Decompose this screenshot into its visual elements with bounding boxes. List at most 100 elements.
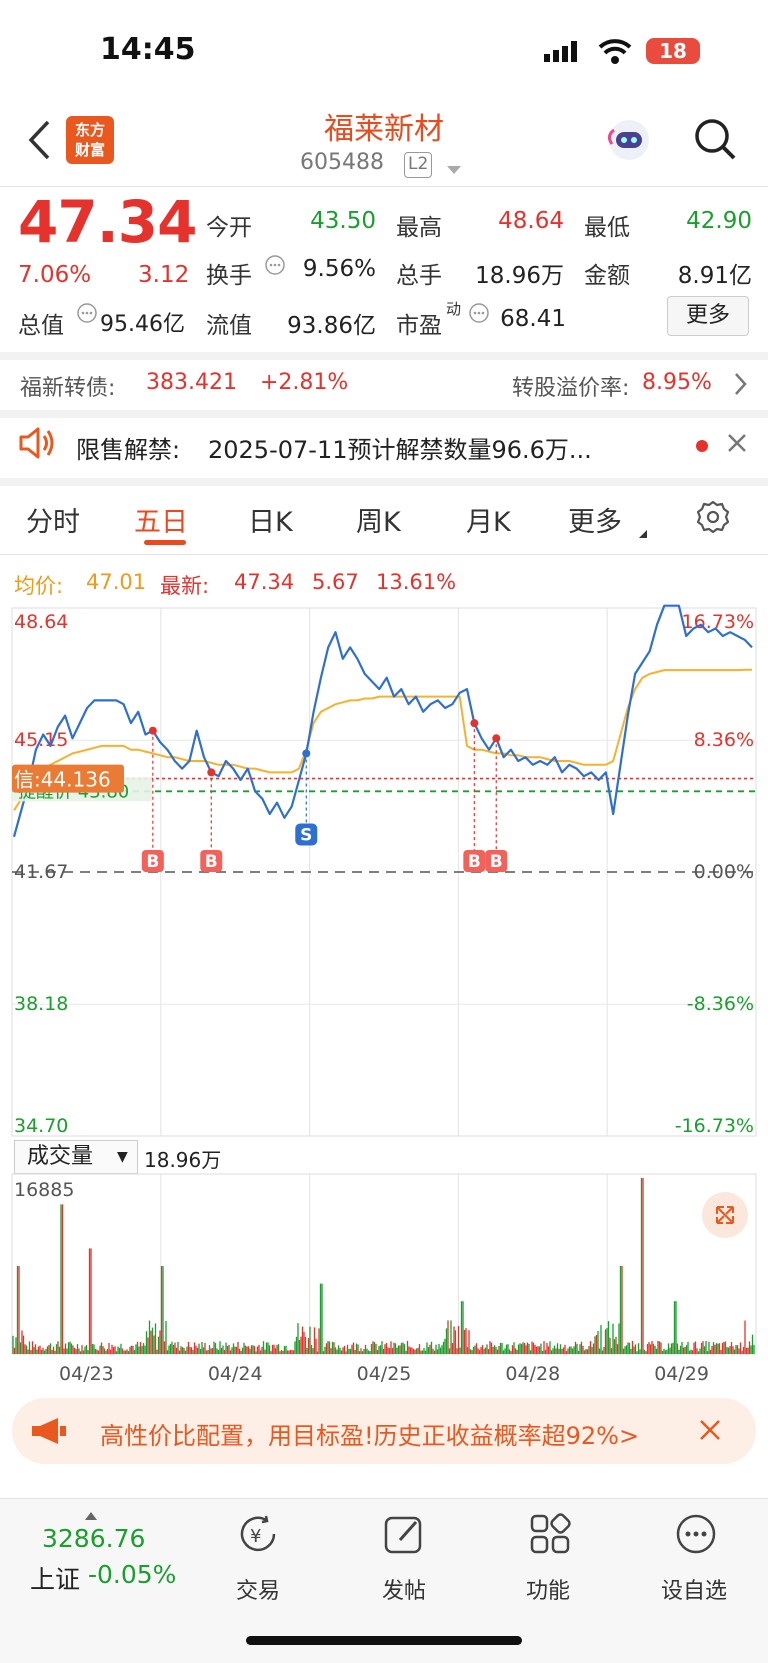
metric-value-amount: 8.91亿 <box>677 263 752 289</box>
buy-marker-label: B <box>146 852 159 872</box>
tab-weekly-k[interactable]: 周K <box>356 500 401 539</box>
buy-marker-dot <box>148 726 157 735</box>
info-icon[interactable] <box>76 302 98 328</box>
sell-marker-label: S <box>300 825 312 845</box>
x-axis-date-label: 04/25 <box>357 1363 412 1385</box>
metric-value-volume: 18.96万 <box>475 263 564 289</box>
battery-icon: 18 <box>646 38 700 64</box>
convertible-label: 福新转债: <box>20 376 116 401</box>
stock-code: 605488 <box>300 150 384 175</box>
index-value[interactable]: 3286.76 <box>42 1524 145 1553</box>
metric-value-high: 48.64 <box>498 208 564 234</box>
latest-value: 47.34 <box>234 570 295 594</box>
metric-value-pe: 68.41 <box>500 306 566 332</box>
index-name[interactable]: 上证 <box>30 1560 80 1596</box>
x-axis-date-label: 04/23 <box>59 1363 114 1385</box>
metric-label-market-cap: 总值 <box>18 313 64 339</box>
metric-label-low: 最低 <box>584 215 630 241</box>
tab-daily-k[interactable]: 日K <box>248 500 293 539</box>
signal-icon <box>544 40 584 66</box>
sell-marker-dot <box>302 749 311 758</box>
latest-label: 最新: <box>160 574 210 598</box>
close-icon[interactable] <box>726 432 748 458</box>
price-chart[interactable]: 48.6445.1541.6738.1834.7016.73%8.36%0.00… <box>0 600 768 1140</box>
volume-indicator-select[interactable]: 成交量 ▼ <box>14 1140 138 1174</box>
convertible-change: +2.81% <box>260 370 349 395</box>
promo-banner[interactable]: 高性价比配置，用目标盈!历史正收益概率超92%> <box>12 1398 756 1464</box>
nav-functions[interactable]: 功能 <box>498 1573 598 1605</box>
avg-price-label: 均价: <box>14 574 64 598</box>
volume-chart[interactable]: 16885 04/23 04/24 04/25 04/28 04/29 <box>0 1172 768 1388</box>
metric-label-open: 今开 <box>206 215 252 241</box>
caret-down-icon: ▼ <box>117 1149 128 1165</box>
section-separator <box>0 352 768 360</box>
convertible-bond-row[interactable]: 福新转债: 383.421 +2.81% 转股溢价率: 8.95% <box>0 360 768 410</box>
search-icon[interactable] <box>692 116 738 166</box>
buy-marker-label: B <box>490 852 503 872</box>
tab-five-day[interactable]: 五日 <box>134 500 188 539</box>
section-separator <box>0 478 768 486</box>
buy-marker-dot <box>492 734 501 743</box>
metric-label-turnover: 换手 <box>206 263 252 289</box>
more-metrics-button[interactable]: 更多 <box>667 296 749 336</box>
x-axis-date-label: 04/29 <box>654 1363 709 1385</box>
buy-marker-dot <box>470 719 479 728</box>
buy-marker-label: B <box>205 852 218 872</box>
active-tab-indicator <box>144 540 186 545</box>
pe-dynamic-superscript: 动 <box>446 300 462 318</box>
x-axis-date-label: 04/24 <box>208 1363 263 1385</box>
metric-value-market-cap: 95.46亿 <box>100 312 185 337</box>
close-icon[interactable] <box>696 1416 724 1448</box>
y-right-tick-label: -16.73% <box>675 1115 754 1137</box>
metric-value-open: 43.50 <box>310 208 376 234</box>
change-percent: 7.06% <box>18 262 92 288</box>
unread-dot-icon <box>696 440 708 452</box>
volume-total: 18.96万 <box>144 1148 222 1172</box>
promo-text: 高性价比配置，用目标盈!历史正收益概率超92%> <box>100 1422 640 1450</box>
notice-text[interactable]: 2025-07-11预计解禁数量96.6万... <box>208 430 638 465</box>
index-change[interactable]: -0.05% <box>88 1560 176 1589</box>
buy-marker-label: B <box>468 852 481 872</box>
wifi-icon <box>598 38 632 68</box>
status-time: 14:45 <box>100 32 196 67</box>
tab-more[interactable]: 更多 <box>568 500 622 539</box>
settings-gear-icon[interactable] <box>696 500 730 538</box>
level2-badge: L2 <box>404 152 433 178</box>
speaker-icon <box>18 426 56 464</box>
home-indicator <box>246 1636 522 1645</box>
metric-label-amount: 金额 <box>584 263 630 289</box>
chevron-right-icon <box>734 372 748 400</box>
caret-up-icon <box>84 1506 98 1525</box>
more-icon[interactable] <box>674 1512 718 1560</box>
volume-indicator-label: 成交量 <box>27 1144 94 1169</box>
metric-label-float-cap: 流值 <box>206 313 252 339</box>
expand-icon[interactable] <box>702 1192 748 1238</box>
section-separator <box>0 410 768 418</box>
metric-label-pe: 市盈 <box>396 313 442 339</box>
yuan-icon[interactable]: ¥ <box>236 1512 280 1560</box>
y-right-tick-label: 0.00% <box>694 861 754 883</box>
volume-max-label: 16885 <box>14 1179 74 1201</box>
notice-title: 限售解禁: <box>76 436 181 464</box>
nav-trade[interactable]: 交易 <box>208 1573 308 1605</box>
y-right-tick-label: 8.36% <box>694 729 754 751</box>
y-left-tick-label: 48.64 <box>14 611 68 633</box>
latest-change-pct: 13.61% <box>376 570 457 594</box>
info-icon[interactable] <box>264 254 286 280</box>
nav-post[interactable]: 发帖 <box>354 1573 454 1605</box>
nav-add-watchlist[interactable]: 设自选 <box>644 1573 744 1605</box>
robot-assistant-icon[interactable] <box>604 116 654 170</box>
chevron-down-icon[interactable] <box>446 160 462 179</box>
edit-icon[interactable] <box>382 1512 426 1560</box>
credit-price-label: 信:44.136 <box>14 768 111 792</box>
y-left-tick-label: 34.70 <box>14 1115 68 1137</box>
metric-value-low: 42.90 <box>686 208 752 234</box>
grid-icon[interactable] <box>528 1512 572 1560</box>
tab-intraday[interactable]: 分时 <box>26 500 80 539</box>
info-icon[interactable] <box>468 302 490 328</box>
tabs-divider <box>0 554 768 555</box>
convertible-price: 383.421 <box>146 370 237 395</box>
tab-monthly-k[interactable]: 月K <box>466 500 511 539</box>
volume-frame <box>11 1173 757 1355</box>
change-amount: 3.12 <box>138 262 190 288</box>
